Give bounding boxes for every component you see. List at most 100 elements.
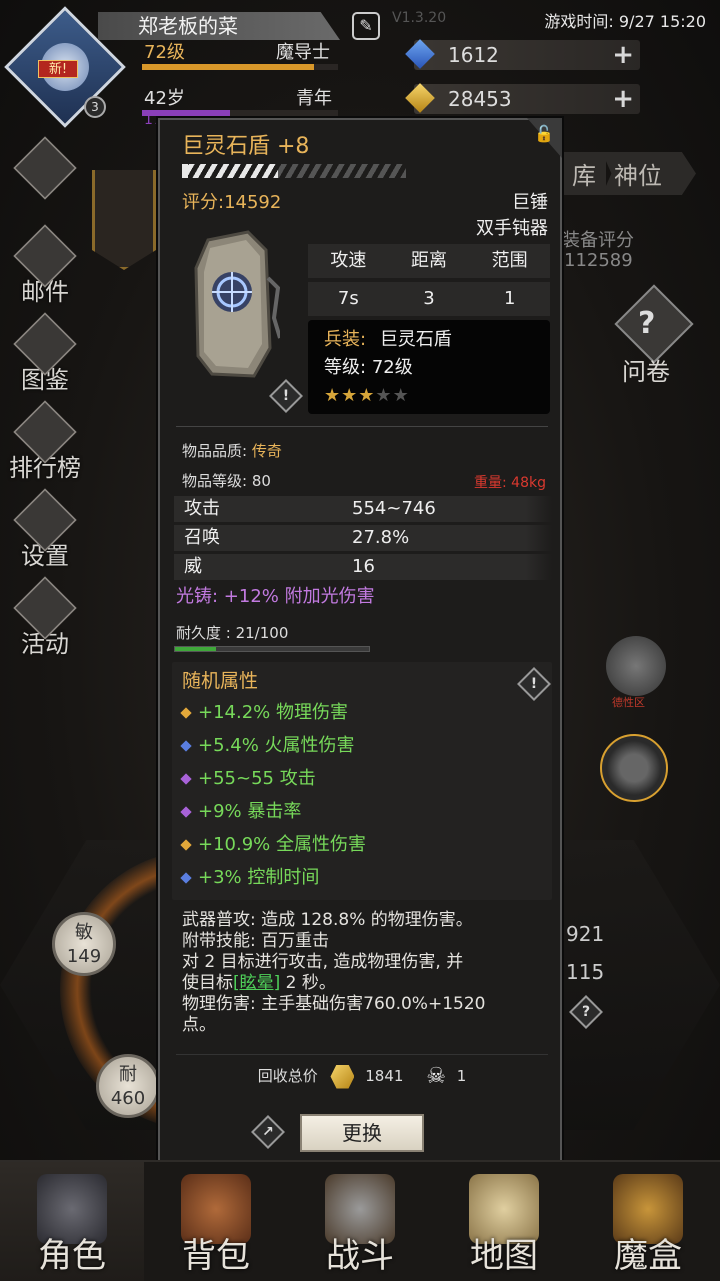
agility-stat[interactable]: 敏 149 [52, 912, 116, 976]
share-button[interactable]: ↗ [251, 1115, 285, 1149]
nav-battle[interactable]: 战斗 [288, 1162, 432, 1281]
endurance-stat[interactable]: 耐 460 [96, 1054, 160, 1118]
random-attr: +5.4% 火属性伤害 [180, 731, 355, 757]
skill-line: 点。 [182, 1015, 216, 1035]
stone-shield-icon [194, 230, 280, 378]
sidebar-item-settings[interactable]: 设置 [6, 488, 84, 571]
bottom-navigation: 角色 背包 战斗 地图 魔盒 [0, 1160, 720, 1281]
durability-label: 耐久度 : 21/100 [176, 624, 289, 642]
random-attr: +55~55 攻击 [180, 764, 316, 790]
item-quality: 物品品质: 传奇 [182, 440, 282, 461]
boss-emblem-icon[interactable] [600, 734, 668, 802]
item-level: 物品等级: 80 [182, 472, 271, 490]
gem-bullet-icon [180, 773, 192, 785]
game-time: 游戏时间: 9/27 15:20 [544, 12, 706, 31]
weapon-type: 巨锤 [512, 192, 548, 213]
guild-label: 德性区 [612, 696, 645, 709]
skill-description: 武器普攻: 造成 128.8% 的物理伤害。 附带技能: 百万重击 对 2 目标… [182, 910, 552, 1036]
attr-row: 威 16 [174, 554, 552, 580]
edit-name-button[interactable]: ✎ [352, 12, 380, 40]
sidebar-item-mail[interactable]: 邮件 [6, 224, 84, 307]
level-value: 72级 [371, 357, 413, 378]
star-rating: ★★★★★ [324, 382, 534, 410]
equipment-info-box: 兵装: 巨灵石盾 等级: 72级 ★★★★★ [308, 320, 550, 414]
equip-score-label: 装备评分 [562, 230, 634, 251]
nav-map[interactable]: 地图 [432, 1162, 576, 1281]
pencil-icon: ✎ [359, 16, 373, 35]
swap-button[interactable]: 更换 [300, 1114, 424, 1152]
tab-divine[interactable]: 神位 [602, 152, 696, 195]
nav-magic-box[interactable]: 魔盒 [576, 1162, 720, 1281]
lock-icon[interactable]: 🔓 [534, 124, 554, 143]
random-attr: +10.9% 全属性伤害 [180, 830, 366, 856]
player-name: 郑老板的菜 [98, 12, 340, 40]
star-empty-icon: ★ [392, 385, 410, 406]
item-info-icon[interactable]: ! [269, 379, 303, 413]
attr-row: 召唤 27.8% [174, 525, 552, 551]
attr-name: 召唤 [184, 527, 220, 548]
divider [176, 426, 548, 427]
attr-name: 攻击 [184, 498, 220, 519]
attr-row: 攻击 554~746 [174, 496, 552, 522]
recycle-skull: 1 [456, 1067, 467, 1085]
gold-icon [330, 1064, 355, 1089]
exp-bar-fill [142, 64, 315, 70]
equip-score-value: 112589 [564, 250, 633, 271]
attr-value: 27.8% [352, 527, 410, 548]
add-gold-icon[interactable]: + [612, 84, 634, 114]
skill-line: 武器普攻: 造成 128.8% 的物理伤害。 [182, 910, 473, 930]
sidebar-item-ranking[interactable]: 排行榜 [6, 400, 84, 483]
random-attributes-title: 随机属性 [182, 670, 259, 692]
skill-line: 物理伤害: 主手基础伤害760.0%+1520 [182, 994, 486, 1014]
sidebar-item-codex[interactable]: 图鉴 [6, 312, 84, 395]
nav-label: 背包 [182, 1236, 250, 1276]
agility-label: 敏 [75, 922, 93, 943]
spec-value-area: 1 [503, 288, 516, 309]
nav-label: 地图 [470, 1236, 538, 1276]
sidebar-item-expand[interactable] [6, 136, 84, 200]
nav-character[interactable]: 角色 [0, 1162, 144, 1281]
add-gems-icon[interactable]: + [612, 40, 634, 70]
survey-label[interactable]: 问卷 [622, 352, 670, 387]
nav-backpack[interactable]: 背包 [144, 1162, 288, 1281]
skull-icon: ☠ [426, 1064, 446, 1089]
right-stat-value-1: 921 [566, 922, 605, 946]
random-info-icon[interactable]: ! [517, 667, 551, 701]
guild-helmet-icon[interactable] [606, 636, 666, 696]
spec-header-row: 攻速 距离 范围 [308, 244, 550, 278]
level-label: 等级: [324, 357, 367, 378]
attr-name: 威 [184, 556, 202, 577]
recycle-gold: 1841 [365, 1067, 404, 1085]
gem-currency: 1612 + [405, 39, 640, 70]
equip-name: 巨灵石盾 [379, 329, 452, 350]
banner-decoration [92, 170, 156, 270]
quality-label: 物品品质: [182, 442, 252, 460]
durability-bar-fill [175, 647, 216, 651]
player-class: 魔导士 [276, 42, 330, 63]
attr-value: 554~746 [352, 498, 436, 519]
gem-amount: 1612 [448, 43, 499, 67]
new-badge: 新! [38, 60, 78, 78]
agility-value: 149 [66, 946, 102, 967]
player-level: 72级 [144, 42, 185, 63]
spec-header-area: 范围 [491, 250, 528, 271]
avatar-level-badge: 3 [84, 96, 106, 118]
weapon-subtype: 双手钝器 [476, 218, 548, 239]
star-icon: ★ [341, 385, 359, 406]
stun-link[interactable]: [眩晕] [233, 973, 280, 993]
recycle-label: 回收总价 [257, 1067, 318, 1085]
recycle-value: 回收总价 1841 ☠ 1 [160, 1064, 564, 1089]
item-weight: 重量: 48kg [474, 475, 546, 491]
nav-label: 魔盒 [614, 1236, 682, 1276]
endurance-label: 耐 [119, 1064, 137, 1085]
nav-label: 角色 [38, 1236, 106, 1276]
sidebar-item-events[interactable]: 活动 [6, 576, 84, 659]
endurance-value: 460 [110, 1088, 146, 1109]
chevron-down-icon [13, 136, 77, 200]
version-hint: V1.3.20 [392, 10, 447, 26]
nav-label: 战斗 [326, 1236, 394, 1276]
equip-label: 兵装: [324, 329, 367, 350]
random-attr: +9% 暴击率 [180, 797, 301, 823]
gold-currency: 28453 + [405, 83, 640, 114]
tab-storage[interactable]: 库 [562, 152, 606, 195]
